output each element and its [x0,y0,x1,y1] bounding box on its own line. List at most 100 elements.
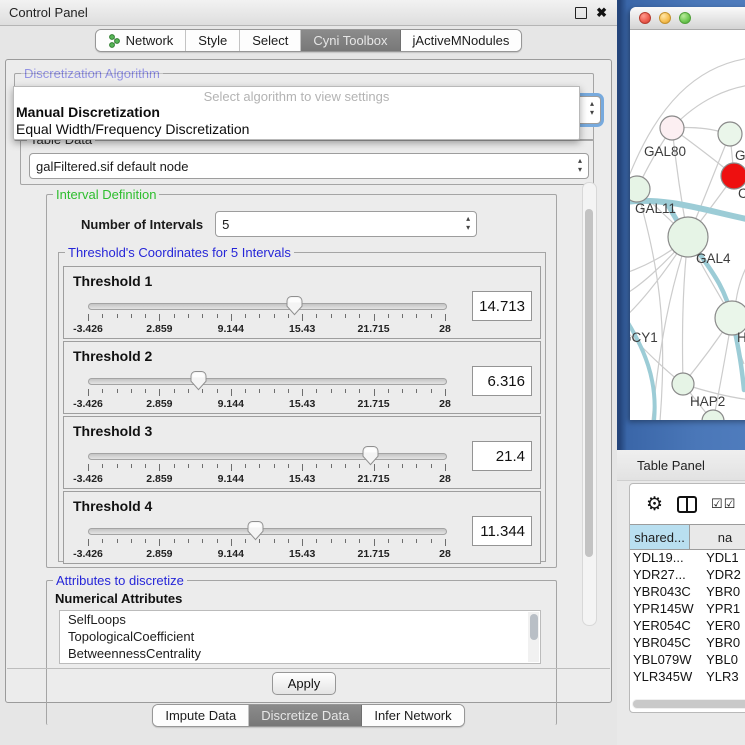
network-window-titlebar [630,7,745,30]
name-cell: YBR0 [702,584,745,601]
node-label: GAL4 [696,251,731,266]
table-row[interactable]: YER054CYER0 [630,618,745,635]
number-of-intervals-label: Number of Intervals [81,217,203,232]
slider-track[interactable] [88,303,447,310]
tab-impute-data[interactable]: Impute Data [153,705,249,726]
threshold-label-4: Threshold 4 [64,492,540,514]
column-header-name[interactable]: na [690,525,745,549]
node-label: GAL80 [644,144,686,159]
dropdown-item-manual-discretization[interactable]: Manual Discretization [14,104,579,121]
content-scrollbar-thumb[interactable] [585,209,593,557]
number-of-intervals-value: 5 [222,217,229,232]
network-canvas[interactable]: GAL80GACGAL11GAL4HGCY1HAP2 [630,30,745,420]
tab-cyni-toolbox[interactable]: Cyni Toolbox [301,30,400,51]
table-row[interactable]: YBL079WYBL0 [630,652,745,669]
slider-scale-labels: -3.4262.8599.14415.4321.71528 [88,473,445,485]
network-window-frame: GAL80GACGAL11GAL4HGCY1HAP2 [617,0,745,450]
table-horizontal-scrollbar[interactable] [632,699,745,709]
slider-thumb[interactable] [190,371,207,391]
node-label: H [737,330,745,345]
threshold-value-field-4[interactable]: 11.344 [472,516,532,546]
threshold-value-field-1[interactable]: 14.713 [472,291,532,321]
threshold-value-field-2[interactable]: 6.316 [472,366,532,396]
columns-icon[interactable] [677,496,697,513]
network-node-gal11[interactable] [630,176,650,202]
tab-jactivemnodules[interactable]: jActiveMNodules [401,30,522,51]
table-data-combo[interactable]: galFiltered.sif default node ▴▾ [29,153,589,179]
number-of-intervals-spinner[interactable]: 5 ▴▾ [215,211,477,237]
dropdown-hint: Select algorithm to view settings [14,87,579,104]
node-label: GCY1 [630,330,658,345]
slider-track[interactable] [88,378,447,385]
network-node-gal80[interactable] [660,116,684,140]
tab-infer-network[interactable]: Infer Network [362,705,463,726]
apply-button[interactable]: Apply [272,672,336,695]
threshold-coordinates-label: Threshold's Coordinates for 5 Intervals [65,245,294,260]
algorithm-dropdown-popup: Select algorithm to view settings Manual… [13,86,580,140]
gear-icon[interactable]: ⚙ [646,495,663,514]
table-row[interactable]: YBR043CYBR0 [630,584,745,601]
network-node-hap2[interactable] [672,373,694,395]
table-data-group: Table Data galFiltered.sif default node … [20,139,594,185]
threshold-slider-2: -3.4262.8599.14415.4321.71528 [88,372,445,410]
shared-name-cell: YBL079W [630,652,702,669]
table-scrollbar-thumb[interactable] [633,700,745,708]
close-traffic-light-icon[interactable] [639,12,651,24]
tab-label: Select [252,33,288,48]
close-icon[interactable]: ✖ [596,6,607,19]
spinner-arrows-icon: ▴▾ [466,214,470,232]
threshold-coordinates-group: Threshold's Coordinates for 5 Intervals … [58,252,546,562]
attribute-list-item[interactable]: TopologicalCoefficient [60,628,540,645]
attributes-to-discretize-label: Attributes to discretize [53,573,187,588]
tab-label: Infer Network [374,708,451,723]
node-table: shared... na YDL19...YDL1YDR27...YDR2YBR… [630,524,745,688]
slider-track[interactable] [88,528,447,535]
shared-name-cell: YDR27... [630,567,702,584]
tab-label: Cyni Toolbox [313,33,387,48]
tab-select[interactable]: Select [240,30,301,51]
table-row[interactable]: YIL052CYIL0 [630,686,745,688]
content-vertical-scrollbar[interactable] [582,182,597,626]
slider-thumb[interactable] [286,296,303,316]
tab-discretize-data[interactable]: Discretize Data [249,705,362,726]
name-cell: YBL0 [702,652,745,669]
numerical-attributes-list[interactable]: SelfLoopsTopologicalCoefficientBetweenne… [59,610,541,664]
threshold-panel-2: Threshold 2-3.4262.8599.14415.4321.71528… [63,341,541,414]
threshold-value-field-3[interactable]: 21.4 [472,441,532,471]
shared-name-cell: YDL19... [630,550,702,567]
combo-arrows-icon: ▴▾ [590,99,594,117]
threshold-slider-4: -3.4262.8599.14415.4321.71528 [88,522,445,560]
float-window-icon[interactable] [575,7,587,19]
table-row[interactable]: YBR045CYBR0 [630,635,745,652]
slider-thumb[interactable] [247,521,264,541]
name-cell: YDR2 [702,567,745,584]
table-row[interactable]: YLR345WYLR3 [630,669,745,686]
column-header-shared-name[interactable]: shared... [630,525,690,549]
network-node-ga[interactable] [718,122,742,146]
table-row[interactable]: YDL19...YDL1 [630,550,745,567]
threshold-slider-3: -3.4262.8599.14415.4321.71528 [88,447,445,485]
slider-ticks [88,389,445,397]
minimize-traffic-light-icon[interactable] [659,12,671,24]
attribute-list-item[interactable]: BetweennessCentrality [60,645,540,662]
shared-name-cell: YER054C [630,618,702,635]
tab-label: Style [198,33,227,48]
table-row[interactable]: YDR27...YDR2 [630,567,745,584]
checkbox-icons[interactable]: ☑☑ [711,496,736,512]
attributes-list-scrollbar[interactable] [528,612,539,662]
attributes-scrollbar-thumb[interactable] [530,614,538,640]
slider-track[interactable] [88,453,447,460]
name-cell: YLR3 [702,669,745,686]
tab-style[interactable]: Style [186,30,240,51]
node-label: HAP2 [690,394,725,409]
table-panel-title: Table Panel [617,458,705,473]
node-label: C [738,186,745,201]
attribute-list-item[interactable]: SelfLoops [60,611,540,628]
screenshot-root: Control Panel ✖ NetworkStyleSelectCyni T… [0,0,745,745]
zoom-traffic-light-icon[interactable] [679,12,691,24]
table-row[interactable]: YPR145WYPR1 [630,601,745,618]
slider-thumb[interactable] [362,446,379,466]
top-tab-bar: Network Style Select Cyni Toolbox jActiveMNo… [95,29,523,52]
tab-network[interactable]: Network [96,30,187,51]
dropdown-item-equal-width-frequency[interactable]: Equal Width/Frequency Discretization [14,121,579,138]
